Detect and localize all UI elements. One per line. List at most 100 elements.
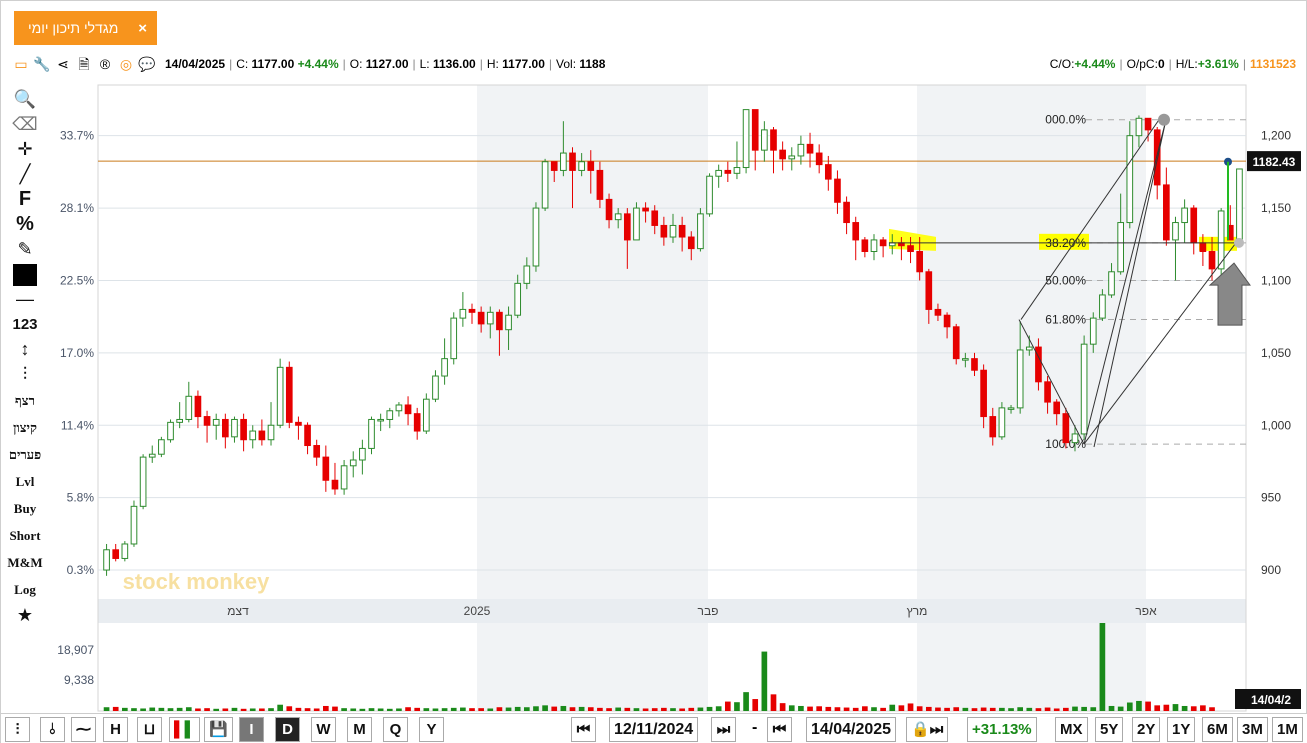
star-icon[interactable]: ★ bbox=[5, 603, 45, 628]
candle-body bbox=[404, 404, 412, 415]
search-icon[interactable]: 🔍 bbox=[5, 87, 45, 112]
volume-bar bbox=[587, 707, 594, 711]
eraser-icon[interactable]: ⌫ bbox=[5, 112, 45, 137]
volume-bar bbox=[551, 706, 558, 711]
lock-next-icon[interactable]: 🔒⏭ bbox=[906, 717, 949, 742]
candle-body bbox=[1007, 407, 1015, 410]
interval-daily[interactable]: D bbox=[275, 717, 300, 742]
candle-body bbox=[368, 418, 375, 449]
interval-quarterly[interactable]: Q bbox=[383, 717, 408, 742]
tool-short[interactable]: Short bbox=[5, 522, 45, 549]
volume-bar bbox=[834, 707, 841, 711]
volume-bar bbox=[560, 705, 567, 711]
volume-bar bbox=[140, 708, 146, 711]
ohlc-type-icon[interactable]: ⫰ bbox=[40, 717, 65, 742]
measure-icon[interactable]: ↕ bbox=[5, 337, 45, 362]
candle-body bbox=[925, 271, 933, 310]
candle-body bbox=[797, 143, 805, 157]
volume-bar bbox=[313, 708, 320, 711]
tool-mm[interactable]: M&M bbox=[5, 549, 45, 576]
range-5y[interactable]: 5Y bbox=[1095, 717, 1124, 742]
range-mx[interactable]: MX bbox=[1055, 717, 1088, 742]
line-icon[interactable]: ╱ bbox=[5, 162, 45, 187]
candle-body bbox=[523, 265, 531, 284]
interval-weekly[interactable]: W bbox=[311, 717, 336, 742]
tool-buy[interactable]: Buy bbox=[5, 495, 45, 522]
candle-body bbox=[824, 164, 832, 180]
bar-type-icon[interactable]: ⊔ bbox=[137, 717, 162, 742]
volume-bar bbox=[332, 706, 338, 711]
volume-bar bbox=[131, 708, 137, 711]
from-date[interactable]: 12/11/2024 bbox=[609, 717, 699, 742]
candle-body bbox=[907, 245, 914, 253]
volume-bar bbox=[231, 707, 238, 711]
candle-body bbox=[258, 430, 266, 441]
volume-bar bbox=[916, 706, 923, 711]
hlc-type-icon[interactable]: H bbox=[103, 717, 128, 742]
candle-body bbox=[167, 421, 174, 441]
line-width-icon[interactable]: — bbox=[5, 287, 45, 312]
volume-bar bbox=[322, 705, 329, 711]
x-month-label: פבר bbox=[698, 604, 719, 618]
tool-gaps[interactable]: פערים bbox=[5, 441, 45, 468]
from-prev-icon[interactable]: ⏮ bbox=[571, 717, 596, 742]
volume-bar bbox=[944, 707, 950, 711]
candle-body bbox=[642, 207, 649, 212]
range-3m[interactable]: 3M bbox=[1237, 717, 1268, 742]
candle-body bbox=[687, 236, 695, 250]
volume-bar bbox=[1017, 707, 1024, 711]
volume-bar bbox=[1181, 705, 1188, 711]
candle-body bbox=[194, 395, 202, 418]
volume-bar bbox=[770, 694, 777, 711]
range-1m[interactable]: 1M bbox=[1272, 717, 1303, 742]
range-1y[interactable]: 1Y bbox=[1167, 717, 1196, 742]
volume-bar bbox=[624, 707, 631, 711]
candle-body bbox=[139, 456, 147, 507]
from-next-icon[interactable]: ⏭ bbox=[711, 717, 736, 742]
volume-bar bbox=[1099, 623, 1106, 711]
to-date[interactable]: 14/04/2025 bbox=[806, 717, 897, 742]
candle-body bbox=[103, 549, 110, 571]
interval-yearly[interactable]: Y bbox=[419, 717, 444, 742]
fib-tool[interactable]: F bbox=[5, 187, 45, 212]
volume-bar bbox=[295, 707, 302, 711]
color-swatch[interactable] bbox=[5, 262, 45, 287]
candle-body bbox=[1135, 117, 1143, 137]
tool-log[interactable]: Log bbox=[5, 576, 45, 603]
percent-tool[interactable]: % bbox=[5, 212, 45, 237]
candle-body bbox=[1144, 117, 1152, 131]
candle-body bbox=[1172, 222, 1179, 241]
line-type-icon[interactable]: ⁓ bbox=[71, 717, 96, 742]
save-icon[interactable]: 💾 bbox=[204, 717, 233, 742]
volume-bar bbox=[697, 707, 704, 711]
color-type-icon[interactable]: ▌▌ bbox=[169, 717, 201, 742]
tool-streak[interactable]: רצף bbox=[5, 387, 45, 414]
candle-body bbox=[1108, 271, 1115, 296]
to-prev-icon[interactable]: ⏮ bbox=[767, 717, 792, 742]
price-chart[interactable]: 1,200 33.7% 1,150 28.1% 1,100 22.5% 1,050 17.0%… bbox=[1, 1, 1307, 713]
volume-bar bbox=[204, 708, 210, 711]
interval-intraday[interactable]: I bbox=[239, 717, 264, 742]
candle-body bbox=[285, 366, 293, 423]
volume-bar bbox=[1117, 706, 1124, 711]
candle-type-icon[interactable]: ⫶ bbox=[5, 717, 30, 742]
candle-body bbox=[222, 418, 229, 438]
tool-lvl[interactable]: Lvl bbox=[5, 468, 45, 495]
candles-icon[interactable]: ⫶ bbox=[5, 362, 45, 387]
range-2y[interactable]: 2Y bbox=[1132, 717, 1161, 742]
bottom-toolbar: ⫶ ⫰ ⁓ H ⊔ ▌▌ 💾 I D W M Q Y ⏮ 12/11/2024 … bbox=[1, 713, 1307, 743]
range-6m[interactable]: 6M bbox=[1202, 717, 1233, 742]
fib-label: 000.0% bbox=[1045, 113, 1086, 127]
candle-body bbox=[1089, 317, 1097, 345]
candle-body bbox=[505, 314, 512, 331]
volume-bar bbox=[185, 707, 192, 711]
tool-extreme[interactable]: קיצון bbox=[5, 414, 45, 441]
candle-body bbox=[870, 239, 878, 253]
volume-bar bbox=[1209, 707, 1215, 711]
crosshair-icon[interactable]: ✛ bbox=[5, 137, 45, 162]
volume-bar bbox=[907, 703, 914, 711]
pencil-icon[interactable]: ✎ bbox=[5, 237, 45, 262]
number-tool[interactable]: 123 bbox=[5, 312, 45, 337]
interval-monthly[interactable]: M bbox=[347, 717, 372, 742]
candle-body bbox=[843, 201, 850, 224]
